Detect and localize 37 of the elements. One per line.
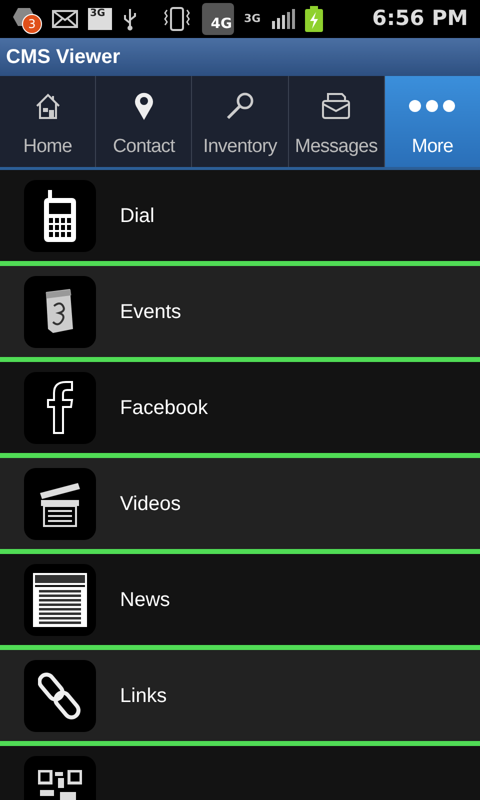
clock: 6:56 PM — [372, 5, 468, 32]
clapperboard-icon — [38, 480, 82, 526]
battery-charging-icon — [304, 6, 323, 32]
tab[interactable]: Inventory — [192, 76, 289, 167]
menu-item-label: Dial — [120, 204, 154, 228]
more-icon — [407, 98, 458, 112]
menu-item[interactable]: News — [0, 554, 480, 650]
menu-item-label: Videos — [120, 492, 181, 516]
envelope-icon — [321, 92, 352, 120]
menu-item[interactable]: Dial — [0, 170, 480, 266]
menu-item[interactable]: Events — [0, 266, 480, 362]
facebook-icon — [45, 380, 75, 434]
house-icon — [34, 92, 62, 120]
data-icon: 3G — [88, 8, 112, 30]
mail-icon — [52, 10, 78, 28]
search-icon — [225, 90, 255, 120]
tab[interactable]: Contact — [96, 76, 192, 167]
menu-item-label: News — [120, 588, 170, 612]
menu-item[interactable]: Videos — [0, 458, 480, 554]
menu-item-label: Links — [120, 684, 167, 708]
menu-item-label: Facebook — [120, 396, 208, 420]
tab[interactable]: Home — [0, 76, 96, 167]
link-icon — [38, 670, 82, 720]
signal-type-icon: 3G — [244, 13, 261, 25]
vibrate-icon — [162, 6, 192, 32]
network-icon: 4G — [202, 3, 234, 35]
signal-icon — [270, 9, 295, 29]
menu-item[interactable]: Links — [0, 650, 480, 746]
menu-item[interactable]: Facebook — [0, 362, 480, 458]
usb-icon — [122, 7, 138, 31]
tab[interactable]: More — [384, 76, 480, 167]
window-title: CMS Viewer — [6, 45, 120, 70]
newspaper-icon — [33, 572, 87, 626]
menu-item-label: Events — [120, 300, 182, 324]
phone-icon — [42, 190, 78, 242]
notification-badge: 3 — [22, 14, 42, 34]
location-pin-icon — [132, 90, 155, 120]
